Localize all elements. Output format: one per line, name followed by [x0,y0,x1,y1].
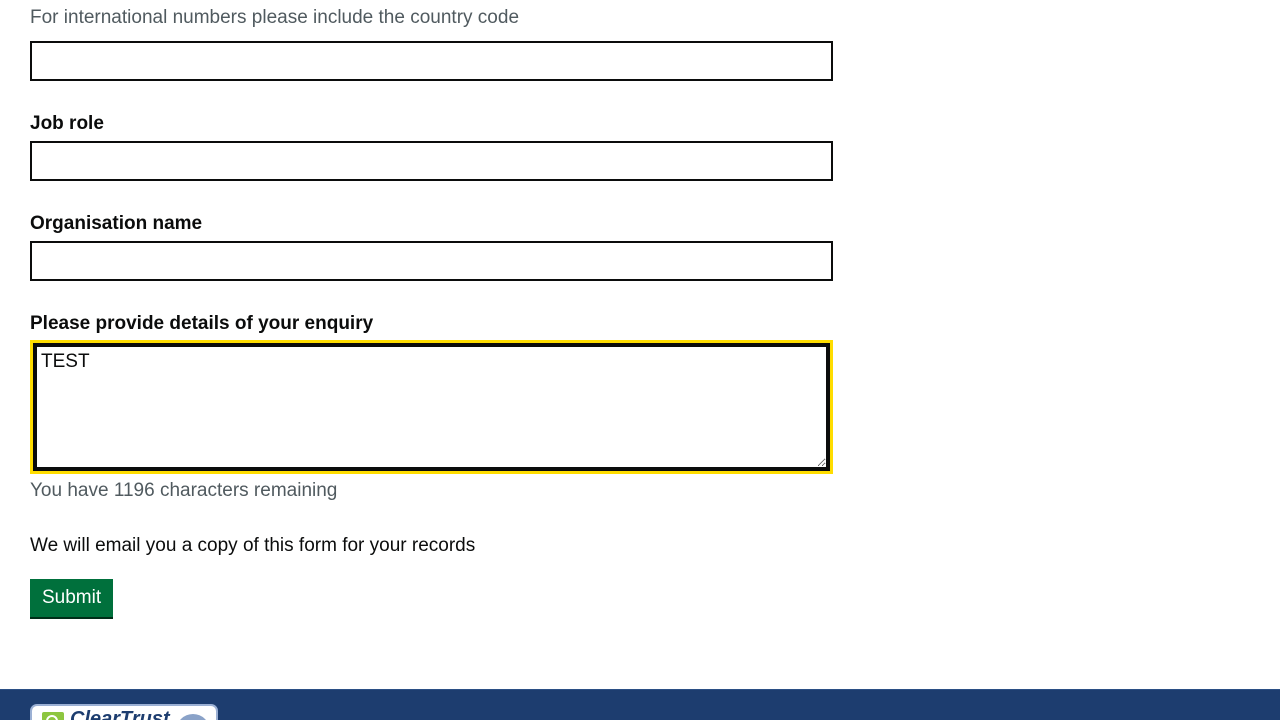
page: For international numbers please include… [0,0,1280,720]
characters-remaining: You have 1196 characters remaining [30,480,338,501]
organisation-name-label: Organisation name [30,213,203,234]
phone-input[interactable] [30,41,833,81]
job-role-label: Job role [30,113,104,134]
footer: ClearTrust [0,689,1280,720]
enquiry-label: Please provide details of your enquiry [30,313,374,334]
badge-logo-icon [42,712,64,720]
badge-text: ClearTrust [70,708,170,720]
job-role-input[interactable] [30,141,833,181]
email-copy-note: We will email you a copy of this form fo… [30,535,476,556]
badge-seal-icon [176,714,210,720]
enquiry-textarea[interactable]: TEST [33,343,830,471]
trust-badge[interactable]: ClearTrust [30,704,218,720]
phone-hint: For international numbers please include… [30,7,520,28]
enquiry-focus-ring: TEST [30,340,833,474]
organisation-name-input[interactable] [30,241,833,281]
submit-button[interactable]: Submit [30,579,114,617]
